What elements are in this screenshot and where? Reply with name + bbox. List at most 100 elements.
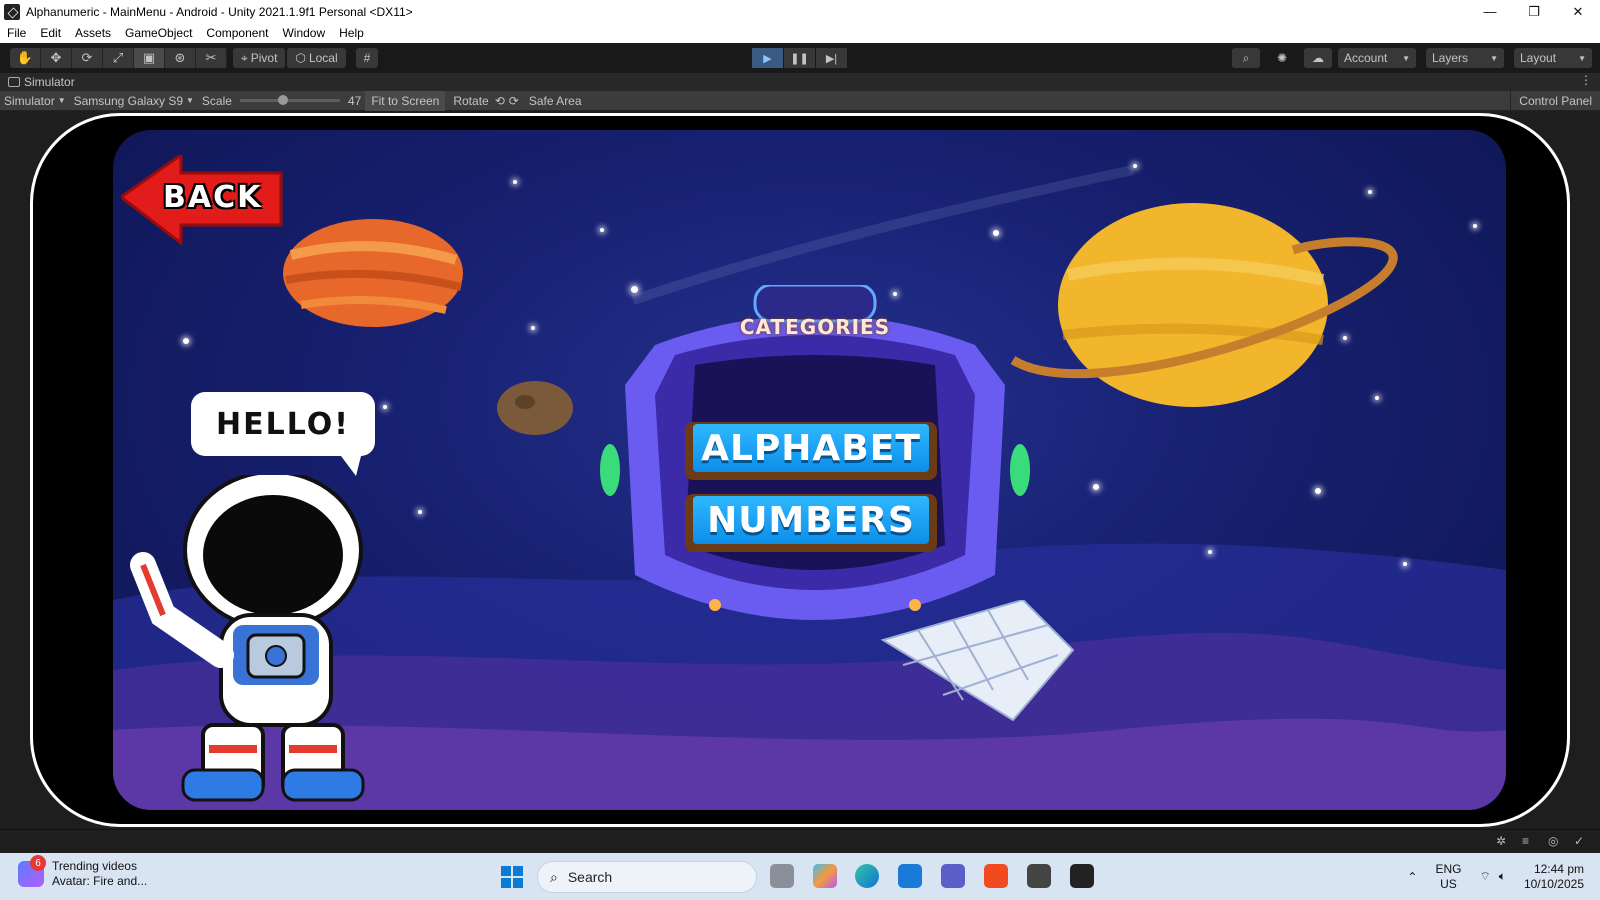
store-icon[interactable] bbox=[898, 864, 922, 888]
scale-slider-thumb[interactable] bbox=[277, 95, 288, 105]
star bbox=[1315, 488, 1321, 494]
simulator-mode-label: Simulator bbox=[4, 93, 55, 108]
news-title: Trending videos bbox=[52, 859, 137, 873]
play-icon[interactable]: ▶ bbox=[752, 48, 783, 68]
account-dropdown[interactable]: Account ▼ bbox=[1338, 48, 1416, 68]
rotate-left-icon[interactable]: ⟲ bbox=[495, 94, 505, 108]
star bbox=[1133, 164, 1137, 168]
menu-file[interactable]: File bbox=[0, 26, 33, 40]
transform-tools: ✋ ✥ ⟳ ⤢ ▣ ⊛ ✂ bbox=[10, 48, 227, 68]
simulator-mode-dropdown[interactable]: Simulator ▼ bbox=[0, 91, 70, 111]
stack-icon[interactable]: ≡ bbox=[1522, 834, 1538, 850]
alphabet-button-label: ALPHABET bbox=[693, 424, 929, 472]
task-view-icon[interactable] bbox=[770, 864, 794, 888]
move-icon[interactable]: ✥ bbox=[41, 48, 72, 68]
window-title: Alphanumeric - MainMenu - Android - Unit… bbox=[26, 4, 413, 19]
lang-bottom: US bbox=[1440, 876, 1457, 891]
rotate-icon[interactable]: ⟳ bbox=[72, 48, 103, 68]
check-icon[interactable]: ✓ bbox=[1574, 834, 1590, 850]
scale-slider[interactable] bbox=[239, 95, 340, 105]
unity-logo-icon bbox=[4, 3, 20, 20]
local-icon: ⬡ bbox=[295, 51, 306, 65]
star bbox=[383, 405, 387, 409]
network-icon[interactable]: ◎ bbox=[1548, 834, 1564, 850]
star bbox=[1473, 224, 1477, 228]
menu-component[interactable]: Component bbox=[199, 26, 275, 40]
device-dropdown[interactable]: Samsung Galaxy S9 ▼ bbox=[70, 91, 198, 111]
teams-icon[interactable] bbox=[941, 864, 965, 888]
start-icon[interactable] bbox=[501, 866, 523, 888]
copilot-icon[interactable] bbox=[813, 864, 837, 888]
simulator-toolbar: Simulator ▼ Samsung Galaxy S9 ▼ Scale 47… bbox=[0, 90, 1600, 111]
speech-bubble: HELLO! bbox=[191, 392, 375, 456]
unity-editor-icon[interactable] bbox=[1070, 864, 1094, 888]
layout-dropdown[interactable]: Layout ▼ bbox=[1514, 48, 1592, 68]
custom-tool-icon[interactable]: ✂ bbox=[196, 48, 227, 68]
alphabet-button[interactable]: ALPHABET bbox=[685, 422, 937, 480]
back-button[interactable]: BACK bbox=[163, 180, 262, 215]
language-indicator[interactable]: ENG US bbox=[1435, 862, 1461, 892]
tab-simulator[interactable]: Simulator bbox=[0, 75, 75, 89]
menu-bar: File Edit Assets GameObject Component Wi… bbox=[0, 23, 1600, 43]
restore-button[interactable]: ❐ bbox=[1512, 0, 1556, 23]
astronaut bbox=[130, 475, 365, 802]
debug-icon[interactable]: ✲ bbox=[1496, 834, 1512, 850]
search-placeholder: Search bbox=[567, 869, 613, 885]
clock-time: 12:44 pm bbox=[1533, 861, 1584, 876]
volume-icon[interactable]: 🔈︎ bbox=[1499, 869, 1506, 884]
transform-icon[interactable]: ⊛ bbox=[165, 48, 196, 68]
rotate-label: Rotate bbox=[453, 93, 489, 108]
layers-dropdown[interactable]: Layers ▼ bbox=[1426, 48, 1504, 68]
brave-icon[interactable] bbox=[984, 864, 1008, 888]
news-icon: 6 bbox=[18, 855, 46, 887]
step-icon[interactable]: ▶| bbox=[816, 48, 847, 68]
safe-area-toggle[interactable]: Safe Area bbox=[525, 91, 586, 111]
rotate-right-icon[interactable]: ⟳ bbox=[509, 94, 519, 108]
star bbox=[1093, 484, 1099, 490]
chevron-up-icon[interactable]: ⌃ bbox=[1407, 870, 1417, 884]
collab-icon[interactable]: ✺ bbox=[1268, 48, 1296, 68]
wifi-icon[interactable]: ⌔ bbox=[1479, 869, 1490, 884]
orange-planet bbox=[283, 219, 463, 327]
hand-icon[interactable]: ✋ bbox=[10, 48, 41, 68]
taskbar-search[interactable]: ⌕ Search bbox=[537, 861, 757, 893]
asteroid bbox=[497, 381, 573, 435]
game-screen: CATEGORIES ALPHABET NUMBERS BACK HELLO! bbox=[113, 130, 1506, 810]
menu-gameobject[interactable]: GameObject bbox=[118, 26, 199, 40]
menu-help[interactable]: Help bbox=[332, 26, 371, 40]
minimize-button[interactable]: — bbox=[1468, 0, 1512, 23]
menu-window[interactable]: Window bbox=[275, 26, 332, 40]
numbers-button-label: NUMBERS bbox=[693, 496, 929, 544]
close-button[interactable]: ✕ bbox=[1556, 0, 1600, 23]
numbers-button[interactable]: NUMBERS bbox=[685, 494, 937, 552]
cloud-icon[interactable]: ☁ bbox=[1304, 48, 1332, 68]
menu-edit[interactable]: Edit bbox=[33, 26, 68, 40]
scale-icon[interactable]: ⤢ bbox=[103, 48, 134, 68]
device-label: Samsung Galaxy S9 bbox=[73, 93, 183, 108]
more-options-icon[interactable]: ⋮ bbox=[1580, 73, 1592, 87]
simulator-tab-bar: Simulator ⋮ bbox=[0, 73, 1600, 91]
edge-icon[interactable] bbox=[855, 864, 879, 888]
clock[interactable]: 12:44 pm 10/10/2025 bbox=[1524, 862, 1584, 892]
local-label: Local bbox=[308, 51, 338, 65]
control-panel-button[interactable]: Control Panel bbox=[1510, 91, 1600, 111]
pause-icon[interactable]: ❚❚ bbox=[784, 48, 815, 68]
window-titlebar: Alphanumeric - MainMenu - Android - Unit… bbox=[0, 0, 1600, 23]
news-subtitle: Avatar: Fire and... bbox=[52, 874, 148, 888]
star bbox=[531, 326, 535, 330]
menu-assets[interactable]: Assets bbox=[68, 26, 118, 40]
account-label: Account bbox=[1344, 51, 1388, 65]
grid-snap-button[interactable]: # bbox=[355, 48, 379, 68]
scale-control: Scale 47 bbox=[198, 91, 365, 111]
play-controls: ▶ ❚❚ ▶| bbox=[752, 48, 848, 68]
rect-icon[interactable]: ▣ bbox=[134, 48, 165, 68]
editor-status-bar: ✲ ≡ ◎ ✓ bbox=[0, 829, 1600, 853]
pivot-button[interactable]: ⌖ Pivot bbox=[233, 48, 286, 68]
unity-hub-icon[interactable] bbox=[1027, 864, 1051, 888]
system-tray: ⌃ ENG US ⌔ 🔈︎ 12:44 pm 10/10/2025 bbox=[1407, 853, 1600, 900]
news-widget[interactable]: 6 Trending videos Avatar: Fire and... bbox=[18, 855, 148, 889]
windows-taskbar: 6 Trending videos Avatar: Fire and... ⌕ … bbox=[0, 853, 1600, 900]
local-button[interactable]: ⬡ Local bbox=[287, 48, 346, 68]
search-icon[interactable]: ⌕ bbox=[1232, 48, 1260, 68]
fit-to-screen-button[interactable]: Fit to Screen bbox=[365, 90, 446, 111]
